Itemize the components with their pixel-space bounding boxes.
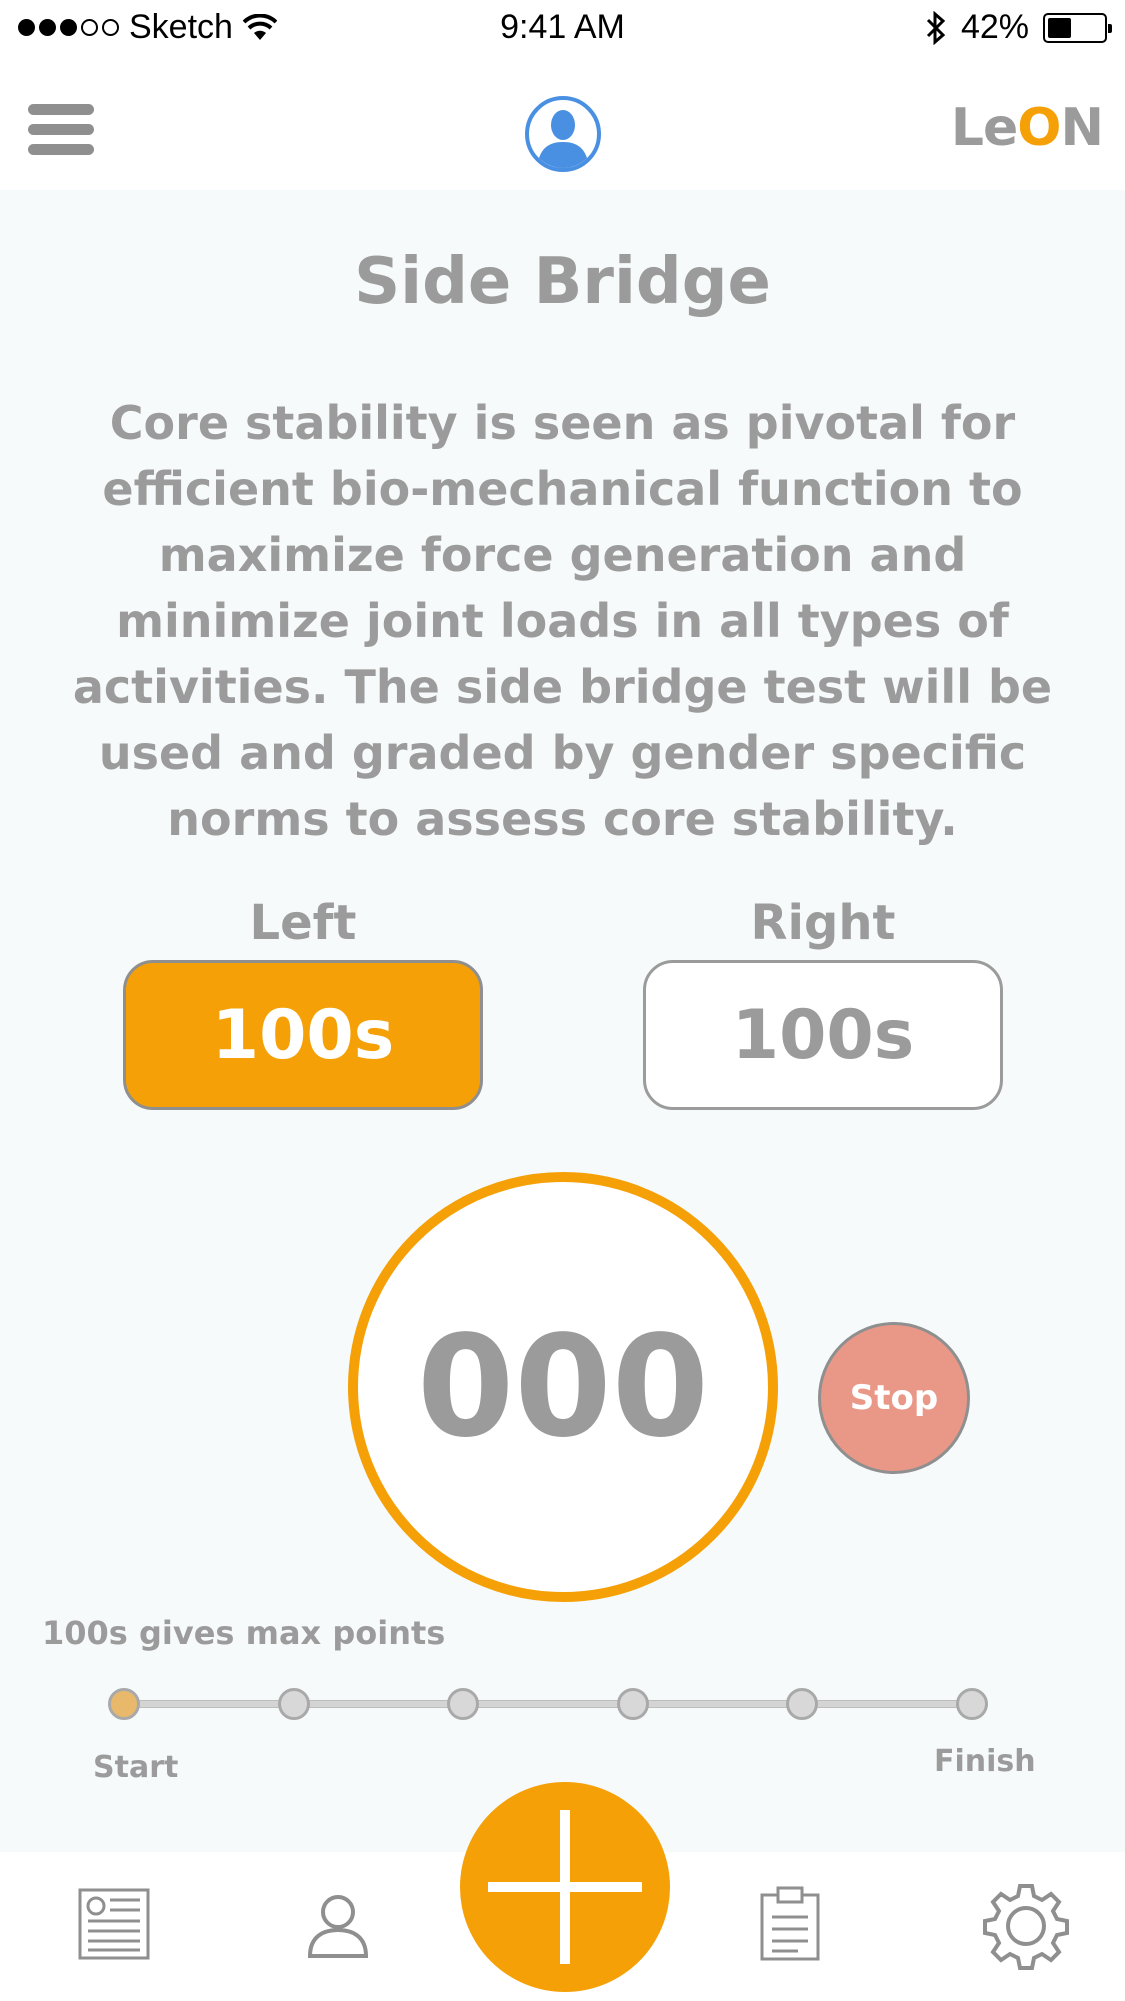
- left-side-button[interactable]: 100s: [123, 960, 483, 1110]
- add-button[interactable]: [460, 1782, 670, 1992]
- news-icon[interactable]: [78, 1888, 150, 1964]
- left-side-label: Left: [249, 895, 357, 951]
- progress-step: [108, 1688, 140, 1720]
- status-right: 42%: [925, 8, 1112, 47]
- page-title: Side Bridge: [354, 245, 771, 319]
- progress-track: [136, 1700, 988, 1708]
- exercise-description: Core stability is seen as pivotal for ef…: [72, 396, 1053, 846]
- finish-label: Finish: [934, 1744, 1036, 1779]
- profile-icon[interactable]: [306, 1892, 370, 1962]
- user-silhouette-icon: [537, 110, 589, 168]
- start-label: Start: [93, 1750, 179, 1785]
- stop-button[interactable]: Stop: [818, 1322, 970, 1474]
- status-bar: Sketch 9:41 AM 42%: [0, 0, 1125, 60]
- right-side-button[interactable]: 100s: [643, 960, 1003, 1110]
- app-header: LeON: [0, 60, 1125, 190]
- user-avatar[interactable]: [525, 96, 601, 172]
- clipboard-icon[interactable]: [758, 1885, 822, 1967]
- timer-display: 000: [348, 1172, 778, 1602]
- battery-level: [1048, 17, 1071, 38]
- bluetooth-icon: [926, 10, 946, 45]
- progress-step: [956, 1688, 988, 1720]
- settings-icon[interactable]: [980, 1880, 1072, 1976]
- right-side-label: Right: [750, 895, 896, 951]
- max-points-hint: 100s gives max points: [42, 1614, 446, 1652]
- progress-step: [786, 1688, 819, 1720]
- progress-step: [447, 1688, 480, 1720]
- hamburger-menu-icon[interactable]: [28, 104, 94, 156]
- battery-percent: 42%: [960, 8, 1029, 46]
- progress-step: [616, 1688, 649, 1720]
- progress-step: [277, 1688, 310, 1720]
- brand-logo: LeON: [950, 98, 1104, 158]
- battery-icon: [1043, 12, 1112, 43]
